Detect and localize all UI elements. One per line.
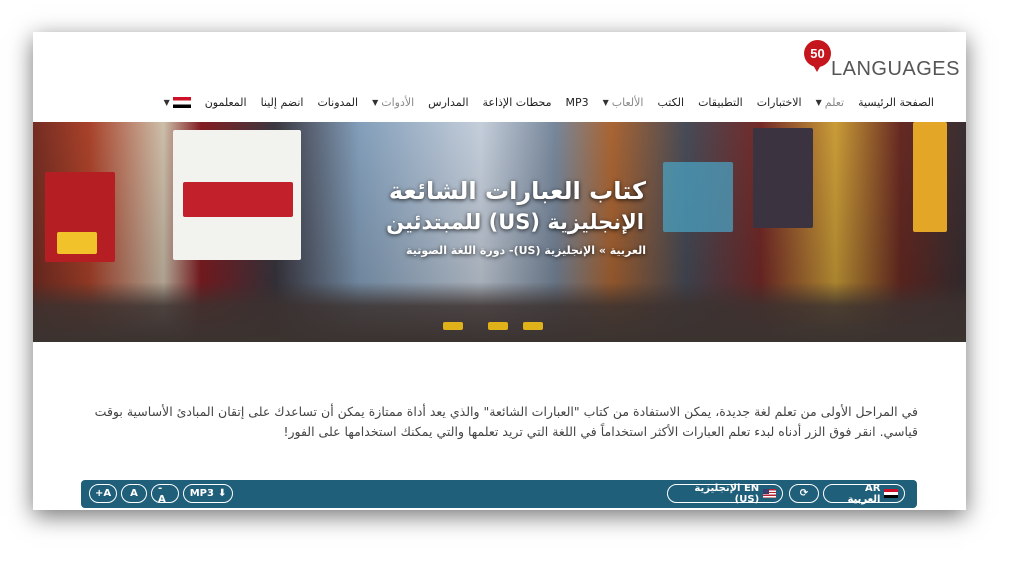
nav-mp3[interactable]: MP3 — [558, 96, 595, 109]
nav-learn[interactable]: تعلم ▼ — [809, 96, 852, 109]
nav-books[interactable]: الكتب — [650, 96, 691, 109]
site-logo[interactable]: 50 LANGUAGES — [804, 40, 959, 80]
nav-tests[interactable]: الاختبارات — [750, 96, 809, 109]
billboard-decor — [913, 122, 947, 232]
intro-line-2: قياسي. انقر فوق الزر أدناه لبدء تعلم الع… — [283, 424, 918, 439]
browser-page: 50 LANGUAGES الصفحة الرئيسية تعلم ▼ الاخت… — [33, 32, 966, 510]
nav-join[interactable]: انضم إلينا — [254, 96, 311, 109]
intro-text: في المراحل الأولى من تعلم لغة جديدة، يمك… — [73, 402, 918, 442]
nav-apps[interactable]: التطبيقات — [691, 96, 750, 109]
lesson-toolbar: AR العربية ⟳ EN الإنجليزية (US) +A A - A… — [81, 480, 917, 508]
main-nav: الصفحة الرئيسية تعلم ▼ الاختبارات التطبيق… — [157, 96, 941, 109]
taxi-decor — [488, 322, 508, 330]
logo-word: LANGUAGES — [831, 58, 960, 80]
page-title: كتاب العبارات الشائعة — [388, 177, 646, 205]
swap-languages-button[interactable]: ⟳ — [789, 484, 819, 503]
logo-bubble: 50 — [804, 40, 831, 72]
chevron-down-icon: ▼ — [372, 98, 379, 107]
font-normal-button[interactable]: A — [121, 484, 147, 503]
taxi-decor — [443, 322, 463, 330]
chevron-down-icon: ▼ — [163, 98, 170, 107]
nav-games[interactable]: الألعاب ▼ — [596, 96, 651, 109]
page-subtitle: الإنجليزية (US) للمبتدئين — [386, 210, 644, 234]
download-icon: ⬇ — [217, 488, 227, 499]
us-flag-icon — [763, 489, 776, 498]
font-plus-button[interactable]: +A — [89, 484, 117, 503]
breadcrumb[interactable]: العربية » الإنجليزية (US)- دورة اللغة ال… — [33, 244, 646, 257]
nav-tools[interactable]: الأدوات ▼ — [365, 96, 421, 109]
mp3-download-button[interactable]: MP3 ⬇ — [183, 484, 233, 503]
nav-radio[interactable]: محطات الإذاعة — [476, 96, 559, 109]
intro-line-1: في المراحل الأولى من تعلم لغة جديدة، يمك… — [94, 404, 918, 419]
nav-teachers[interactable]: المعلمون — [198, 96, 254, 109]
egypt-flag-icon — [172, 97, 191, 108]
nav-schools[interactable]: المدارس — [421, 96, 475, 109]
crowd-decor — [33, 282, 966, 342]
nav-home[interactable]: الصفحة الرئيسية — [851, 96, 941, 109]
language-selector[interactable]: ▼ — [157, 96, 198, 109]
taxi-decor — [523, 322, 543, 330]
refresh-icon: ⟳ — [799, 488, 809, 499]
source-language-button[interactable]: AR العربية — [823, 483, 905, 505]
billboard-decor — [663, 162, 733, 232]
egypt-flag-icon — [884, 489, 898, 498]
chevron-down-icon: ▼ — [815, 98, 822, 107]
target-language-button[interactable]: EN الإنجليزية (US) — [667, 483, 783, 505]
hero-banner: كتاب العبارات الشائعة الإنجليزية (US) لل… — [33, 122, 966, 342]
chevron-down-icon: ▼ — [602, 98, 609, 107]
billboard-decor — [753, 128, 813, 228]
font-minus-button[interactable]: - A — [151, 483, 179, 505]
nav-blogs[interactable]: المدونات — [310, 96, 365, 109]
